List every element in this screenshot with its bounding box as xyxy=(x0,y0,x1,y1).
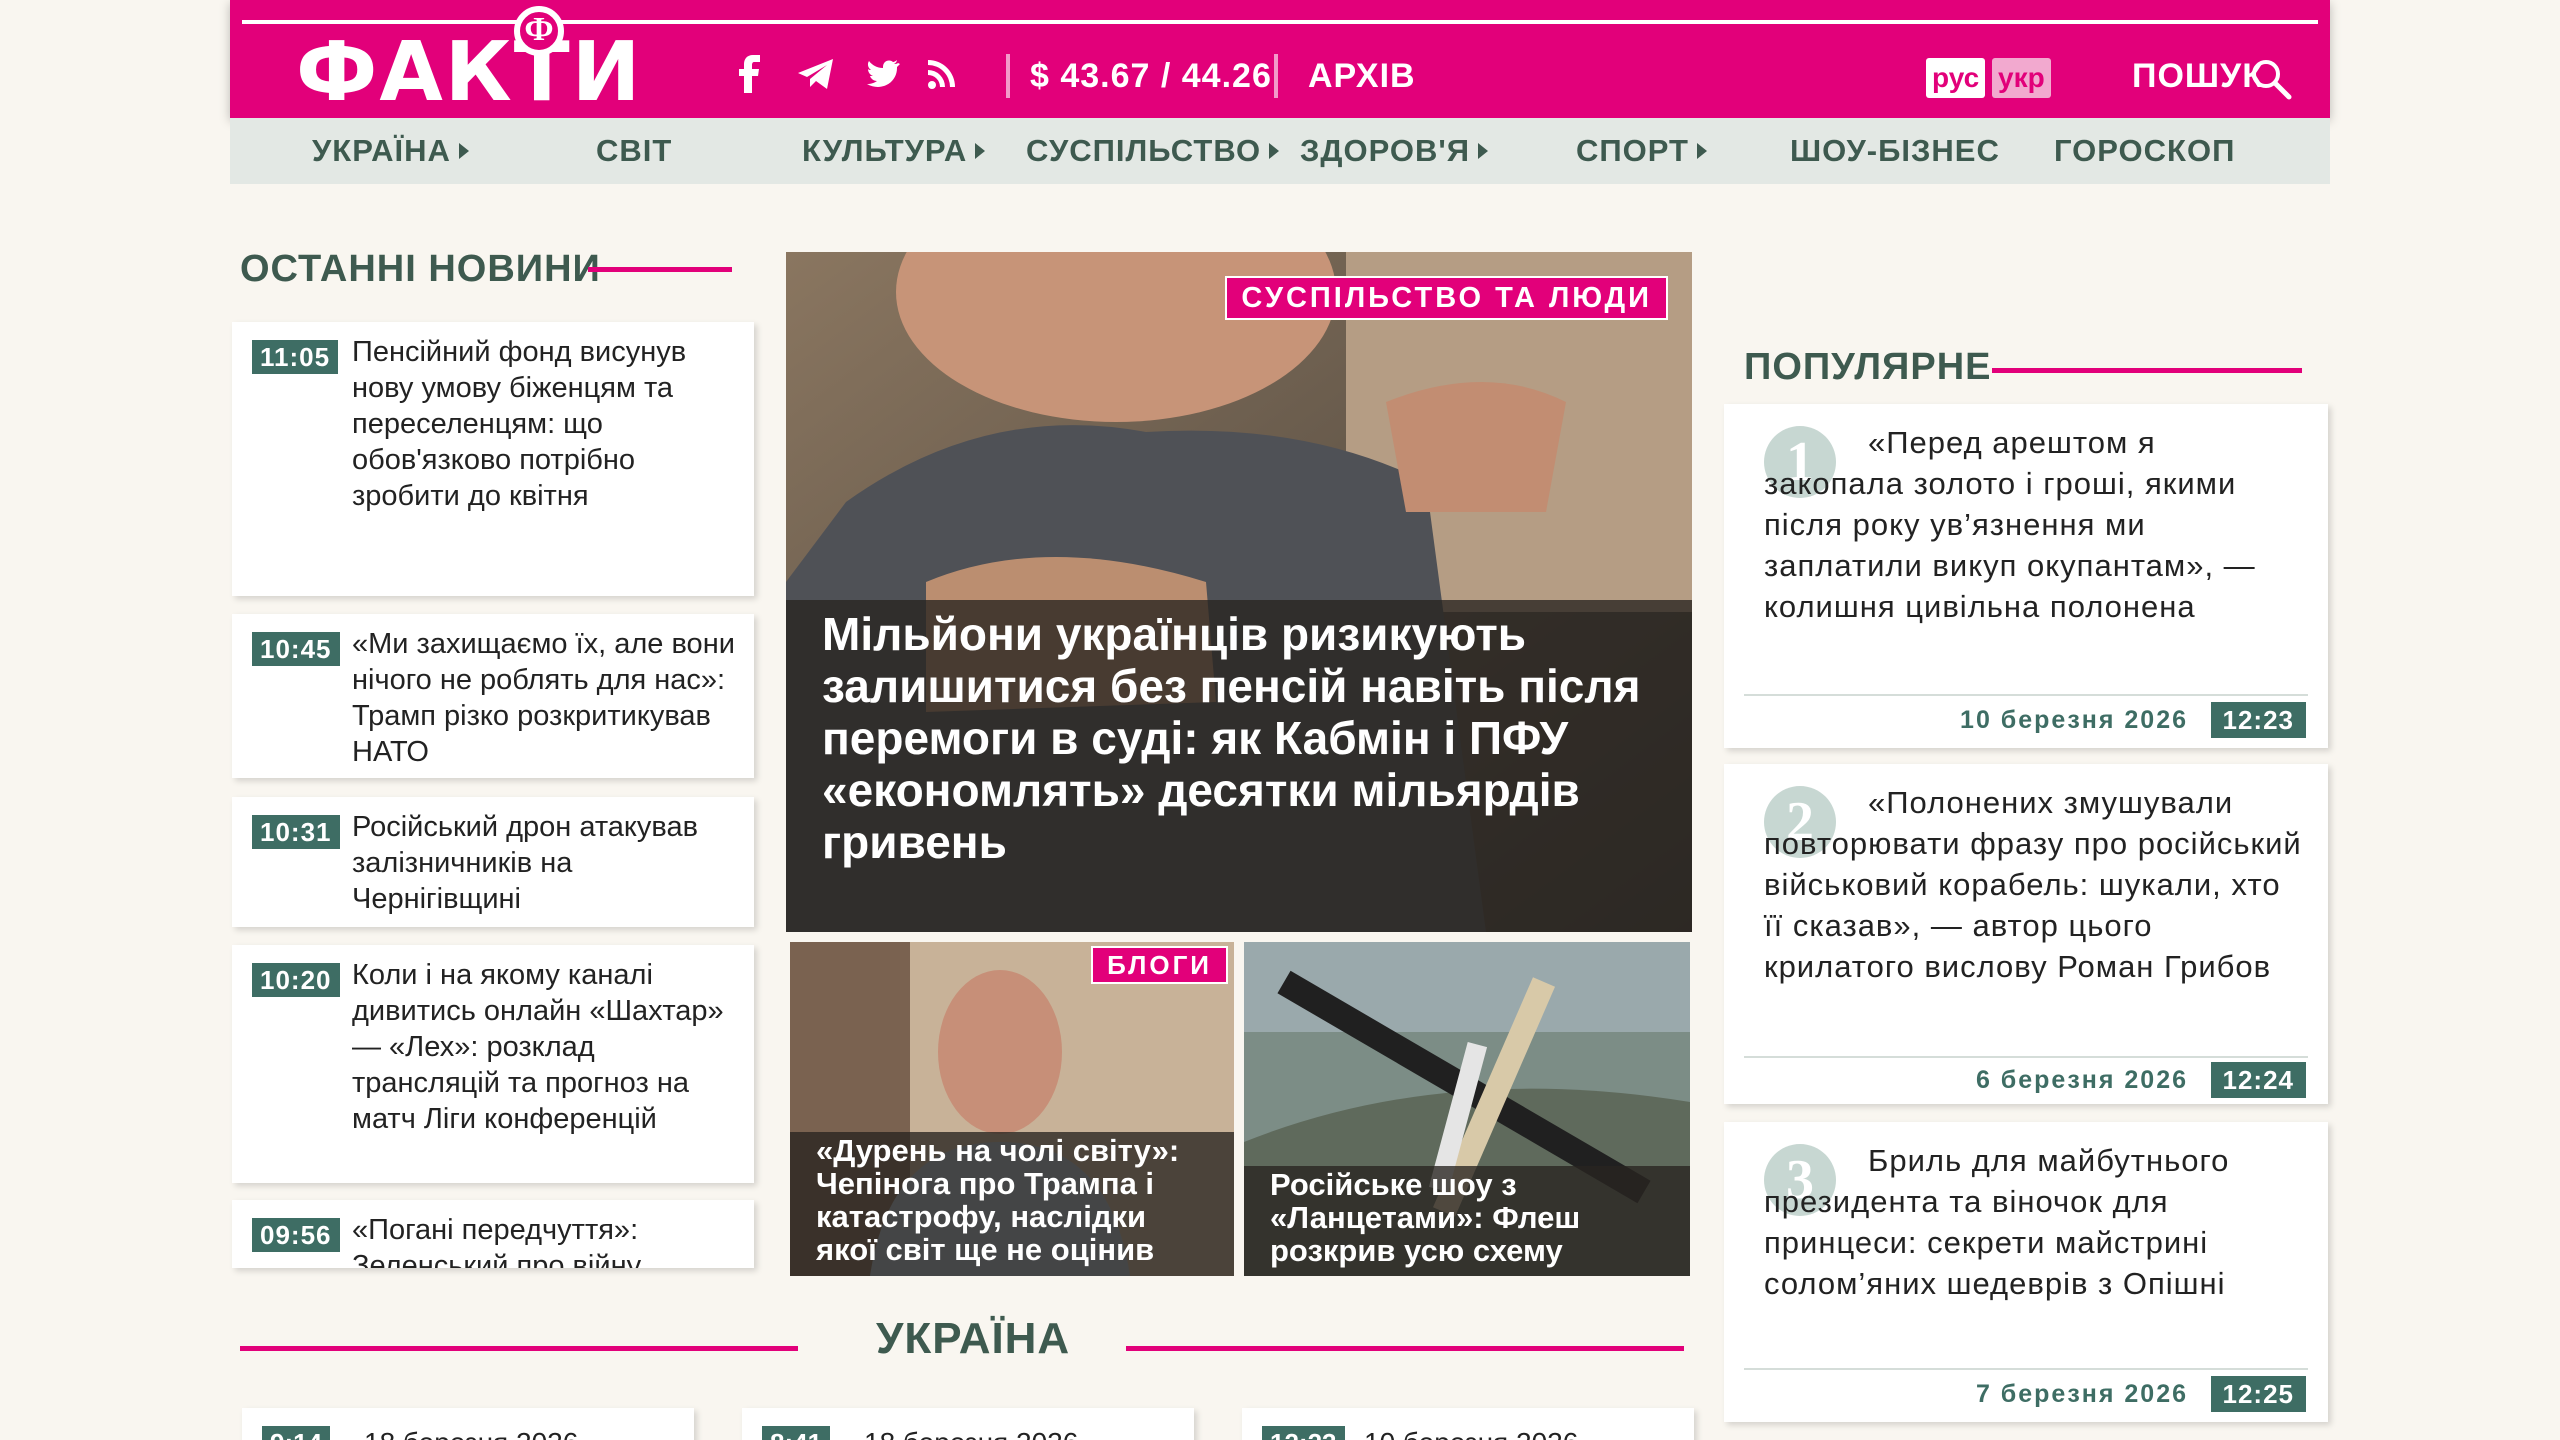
archive-link[interactable]: АРХІВ xyxy=(1308,54,1416,98)
facebook-icon[interactable] xyxy=(738,54,762,94)
news-time: 10:31 xyxy=(252,815,340,849)
nav-item-showbiz[interactable]: ШОУ-БІЗНЕС xyxy=(1790,118,2000,184)
nav-item-health[interactable]: ЗДОРОВ'Я xyxy=(1300,118,1489,184)
news-text: «Ми захищаємо їх, але вони нічого не роб… xyxy=(352,628,735,768)
lang-uk-button[interactable]: укр xyxy=(1992,58,2051,98)
caret-right-icon xyxy=(1697,143,1707,159)
news-text: Коли і на якому каналі дивитись онлайн «… xyxy=(352,959,724,1135)
popular-title: ПОПУЛЯРНЕ xyxy=(1744,346,1992,388)
news-time: 10:20 xyxy=(252,963,340,997)
ukraine-item[interactable]: 9:14 18 березня 2026 xyxy=(242,1408,694,1440)
nav-item-horoscope[interactable]: ГОРОСКОП xyxy=(2054,118,2235,184)
main-story-title[interactable]: Мільйони українців ризикують залишитися … xyxy=(822,608,1642,868)
news-time: 10:45 xyxy=(252,632,340,666)
currency-rate: $ 43.67 / 44.26 xyxy=(1030,57,1272,95)
popular-time: 12:23 xyxy=(2210,702,2306,738)
search-icon[interactable] xyxy=(2250,58,2292,105)
news-text: Російський дрон атакував залізничників н… xyxy=(352,811,699,915)
site-logo[interactable]: ФАКТИ Ф xyxy=(296,6,656,120)
news-item[interactable]: 10:20 Коли і на якому каналі дивитись он… xyxy=(232,945,754,1183)
section-line xyxy=(588,267,732,272)
sub-story[interactable]: Російське шоу з «Ланцетами»: Флеш розкри… xyxy=(1244,942,1690,1276)
news-time: 9:14 xyxy=(262,1426,331,1440)
news-time: 11:05 xyxy=(252,340,339,374)
news-item[interactable]: 09:56 «Погані передчуття»: Зеленський пр… xyxy=(232,1200,754,1268)
latest-news-title: ОСТАННІ НОВИНИ xyxy=(240,248,601,290)
section-line xyxy=(1126,1346,1684,1351)
ukraine-item[interactable]: 12:23 10 березня 2026 xyxy=(1242,1408,1694,1440)
nav-item-world[interactable]: СВІТ xyxy=(596,118,672,184)
rss-icon[interactable] xyxy=(926,54,960,94)
news-item[interactable]: 10:45 «Ми захищаємо їх, але вони нічого … xyxy=(232,614,754,778)
search-button[interactable]: ПОШУК xyxy=(2132,54,2264,98)
item-divider xyxy=(1744,694,2308,696)
header-divider xyxy=(1006,54,1010,98)
category-badge[interactable]: БЛОГИ xyxy=(1091,946,1228,984)
sub-story-title[interactable]: «Дурень на чолі світу»: Чепінога про Тра… xyxy=(790,1132,1234,1270)
site-header: ФАКТИ Ф $ 43.67 / 44.26 АРХІВ рус укр ПО… xyxy=(230,0,2330,118)
header-divider xyxy=(1274,54,1278,98)
caret-right-icon xyxy=(1478,143,1489,159)
news-item[interactable]: 10:31 Російський дрон атакував залізничн… xyxy=(232,797,754,927)
popular-time: 12:24 xyxy=(2210,1062,2306,1098)
sub-story-title[interactable]: Російське шоу з «Ланцетами»: Флеш розкри… xyxy=(1244,1166,1690,1276)
popular-item[interactable]: 1 «Перед арештом я закопала золото і гро… xyxy=(1724,404,2328,748)
ukraine-item[interactable]: 8:41 18 березня 2026 xyxy=(742,1408,1194,1440)
popular-item[interactable]: 2 «Полонених змушували повторювати фразу… xyxy=(1724,764,2328,1104)
category-badge[interactable]: СУСПІЛЬСТВО ТА ЛЮДИ xyxy=(1225,276,1668,320)
popular-date: 10 березня 2026 xyxy=(1960,706,2188,734)
news-text: «Погані передчуття»: Зеленський про війн… xyxy=(352,1214,642,1268)
news-time: 12:23 xyxy=(1262,1426,1345,1440)
news-date: 18 березня 2026 xyxy=(864,1426,1078,1440)
news-date: 10 березня 2026 xyxy=(1364,1426,1578,1440)
item-divider xyxy=(1744,1368,2308,1370)
caret-right-icon xyxy=(458,143,469,159)
caret-right-icon xyxy=(1269,143,1280,159)
main-story[interactable]: СУСПІЛЬСТВО ТА ЛЮДИ Мільйони українців р… xyxy=(786,252,1692,932)
sub-story[interactable]: БЛОГИ «Дурень на чолі світу»: Чепінога п… xyxy=(790,942,1234,1276)
telegram-icon[interactable] xyxy=(796,54,836,94)
sub-story-overlay: Російське шоу з «Ланцетами»: Флеш розкри… xyxy=(1244,1166,1690,1276)
popular-text: «Полонених змушували повторювати фразу п… xyxy=(1764,785,2302,984)
main-story-overlay: Мільйони українців ризикують залишитися … xyxy=(786,600,1692,932)
lang-ru-button[interactable]: рус xyxy=(1926,58,1986,98)
logo-mark: Ф xyxy=(514,6,564,56)
popular-text: «Перед арештом я закопала золото і гроші… xyxy=(1764,425,2256,624)
item-divider xyxy=(1744,1056,2308,1058)
caret-right-icon xyxy=(975,143,986,159)
news-time: 09:56 xyxy=(252,1218,340,1252)
news-item[interactable]: 11:05 Пенсійний фонд висунув нову умову … xyxy=(232,322,754,596)
logo-word: ФАКТИ xyxy=(296,25,643,120)
popular-date: 6 березня 2026 xyxy=(1975,1066,2188,1094)
popular-time: 12:25 xyxy=(2210,1376,2306,1412)
news-text: Пенсійний фонд висунув нову умову біженц… xyxy=(352,336,687,512)
nav-item-ukraine[interactable]: УКРАЇНА xyxy=(312,118,469,184)
nav-item-society[interactable]: СУСПІЛЬСТВО xyxy=(1026,118,1280,184)
news-date: 18 березня 2026 xyxy=(364,1426,578,1440)
twitter-icon[interactable] xyxy=(862,54,900,94)
main-nav: УКРАЇНА СВІТ КУЛЬТУРА СУСПІЛЬСТВО ЗДОРОВ… xyxy=(230,118,2330,184)
nav-item-culture[interactable]: КУЛЬТУРА xyxy=(802,118,986,184)
news-time: 8:41 xyxy=(762,1426,831,1440)
popular-text: Бриль для майбутнього президента та віно… xyxy=(1764,1143,2230,1301)
section-line xyxy=(1992,368,2302,373)
nav-item-sport[interactable]: СПОРТ xyxy=(1576,118,1707,184)
section-line xyxy=(240,1346,798,1351)
ukraine-title: УКРАЇНА xyxy=(876,1314,1071,1363)
sub-story-overlay: «Дурень на чолі світу»: Чепінога про Тра… xyxy=(790,1132,1234,1276)
popular-date: 7 березня 2026 xyxy=(1975,1380,2188,1408)
popular-item[interactable]: 3 Бриль для майбутнього президента та ві… xyxy=(1724,1122,2328,1422)
